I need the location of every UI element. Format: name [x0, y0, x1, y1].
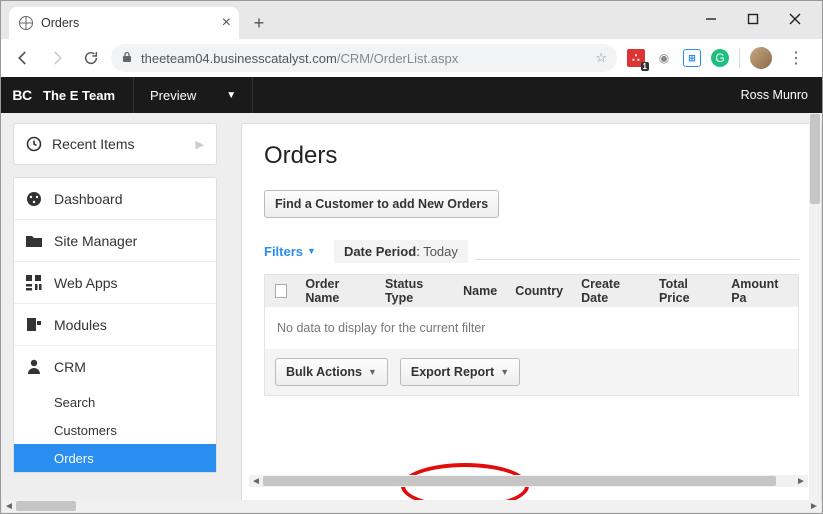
- col-order-name[interactable]: Order Name: [305, 277, 367, 305]
- col-amount-paid[interactable]: Amount Pa: [731, 277, 788, 305]
- star-icon[interactable]: ☆: [595, 50, 607, 66]
- browser-menu-button[interactable]: ⋮: [782, 44, 810, 72]
- globe-icon: [19, 16, 33, 30]
- nav-label: Dashboard: [54, 191, 123, 207]
- filters-label: Filters: [264, 244, 303, 259]
- person-icon: [26, 359, 42, 375]
- folder-icon: [26, 233, 42, 249]
- address-bar[interactable]: theeteam04.businesscatalyst.com/CRM/Orde…: [111, 44, 617, 72]
- nav-label: Web Apps: [54, 275, 118, 291]
- orders-table: Order Name Status Type Name Country Crea…: [264, 274, 799, 396]
- app-title: The E Team: [43, 88, 133, 103]
- tab-close-button[interactable]: ×: [222, 14, 231, 32]
- preview-dropdown[interactable]: Preview ▼: [133, 77, 253, 113]
- crm-sub-search[interactable]: Search: [14, 388, 216, 416]
- nav-label: CRM: [54, 359, 86, 375]
- forward-button[interactable]: [43, 44, 71, 72]
- clock-icon: [26, 136, 42, 152]
- gauge-icon: [26, 191, 42, 207]
- scroll-right-icon[interactable]: ►: [794, 476, 808, 487]
- nav-crm[interactable]: CRM: [14, 346, 216, 388]
- export-report-label: Export Report: [411, 365, 494, 379]
- scroll-left-icon[interactable]: ◄: [2, 501, 16, 512]
- caret-down-icon: ▼: [500, 367, 509, 377]
- vertical-scrollbar[interactable]: [809, 114, 821, 500]
- col-status-type[interactable]: Status Type: [385, 277, 445, 305]
- export-report-dropdown[interactable]: Export Report ▼: [400, 358, 520, 386]
- reload-button[interactable]: [77, 44, 105, 72]
- nav-site-manager[interactable]: Site Manager: [14, 220, 216, 262]
- window-close-button[interactable]: [774, 5, 816, 33]
- lock-icon: [121, 51, 133, 66]
- preview-label: Preview: [150, 88, 196, 103]
- find-customer-button[interactable]: Find a Customer to add New Orders: [264, 190, 499, 218]
- caret-down-icon: ▼: [307, 246, 316, 256]
- nav-label: Site Manager: [54, 233, 137, 249]
- bc-logo[interactable]: BC: [1, 87, 43, 103]
- modules-icon: [26, 317, 42, 333]
- date-period-value: Today: [423, 244, 458, 259]
- grammarly-icon[interactable]: G: [711, 49, 729, 67]
- camera-icon[interactable]: ◉: [655, 49, 673, 67]
- back-button[interactable]: [9, 44, 37, 72]
- scroll-left-icon[interactable]: ◄: [249, 476, 263, 487]
- date-period-label: Date Period: [344, 244, 416, 259]
- crm-sub-customers[interactable]: Customers: [14, 416, 216, 444]
- col-country[interactable]: Country: [515, 284, 563, 298]
- select-all-checkbox[interactable]: [275, 284, 287, 298]
- nav-modules[interactable]: Modules: [14, 304, 216, 346]
- chevron-right-icon: ▶: [196, 138, 204, 151]
- crm-sub-orders[interactable]: Orders: [14, 444, 216, 472]
- recent-items-button[interactable]: Recent Items ▶: [14, 124, 216, 164]
- col-name[interactable]: Name: [463, 284, 497, 298]
- nav-label: Modules: [54, 317, 107, 333]
- bulk-actions-dropdown[interactable]: Bulk Actions ▼: [275, 358, 388, 386]
- profile-avatar[interactable]: [750, 47, 772, 69]
- url-text: theeteam04.businesscatalyst.com/CRM/Orde…: [141, 51, 458, 66]
- caret-down-icon: ▼: [226, 90, 236, 101]
- window-horizontal-scrollbar[interactable]: ◄ ►: [2, 500, 821, 512]
- extension-icon[interactable]: ∴1: [627, 49, 645, 67]
- separator: [739, 48, 740, 68]
- caret-down-icon: ▼: [368, 367, 377, 377]
- tab-title: Orders: [41, 16, 79, 30]
- nav-dashboard[interactable]: Dashboard: [14, 178, 216, 220]
- apps-icon: [26, 275, 42, 291]
- nav-web-apps[interactable]: Web Apps: [14, 262, 216, 304]
- window-minimize-button[interactable]: [690, 5, 732, 33]
- date-period-filter[interactable]: Date Period: Today: [334, 240, 468, 263]
- browser-tab[interactable]: Orders ×: [9, 7, 239, 39]
- content-horizontal-scrollbar[interactable]: ◄ ►: [249, 475, 808, 487]
- user-menu[interactable]: Ross Munro: [727, 88, 822, 102]
- filters-dropdown[interactable]: Filters ▼: [264, 244, 316, 259]
- window-maximize-button[interactable]: [732, 5, 774, 33]
- recent-items-label: Recent Items: [52, 136, 134, 152]
- divider: [476, 259, 799, 260]
- col-total-price[interactable]: Total Price: [659, 277, 713, 305]
- scroll-right-icon[interactable]: ►: [807, 501, 821, 512]
- col-create-date[interactable]: Create Date: [581, 277, 641, 305]
- empty-message: No data to display for the current filte…: [265, 307, 798, 349]
- bulk-actions-label: Bulk Actions: [286, 365, 362, 379]
- new-tab-button[interactable]: +: [245, 9, 273, 37]
- page-title: Orders: [264, 142, 799, 170]
- extension-icon-2[interactable]: ⊞: [683, 49, 701, 67]
